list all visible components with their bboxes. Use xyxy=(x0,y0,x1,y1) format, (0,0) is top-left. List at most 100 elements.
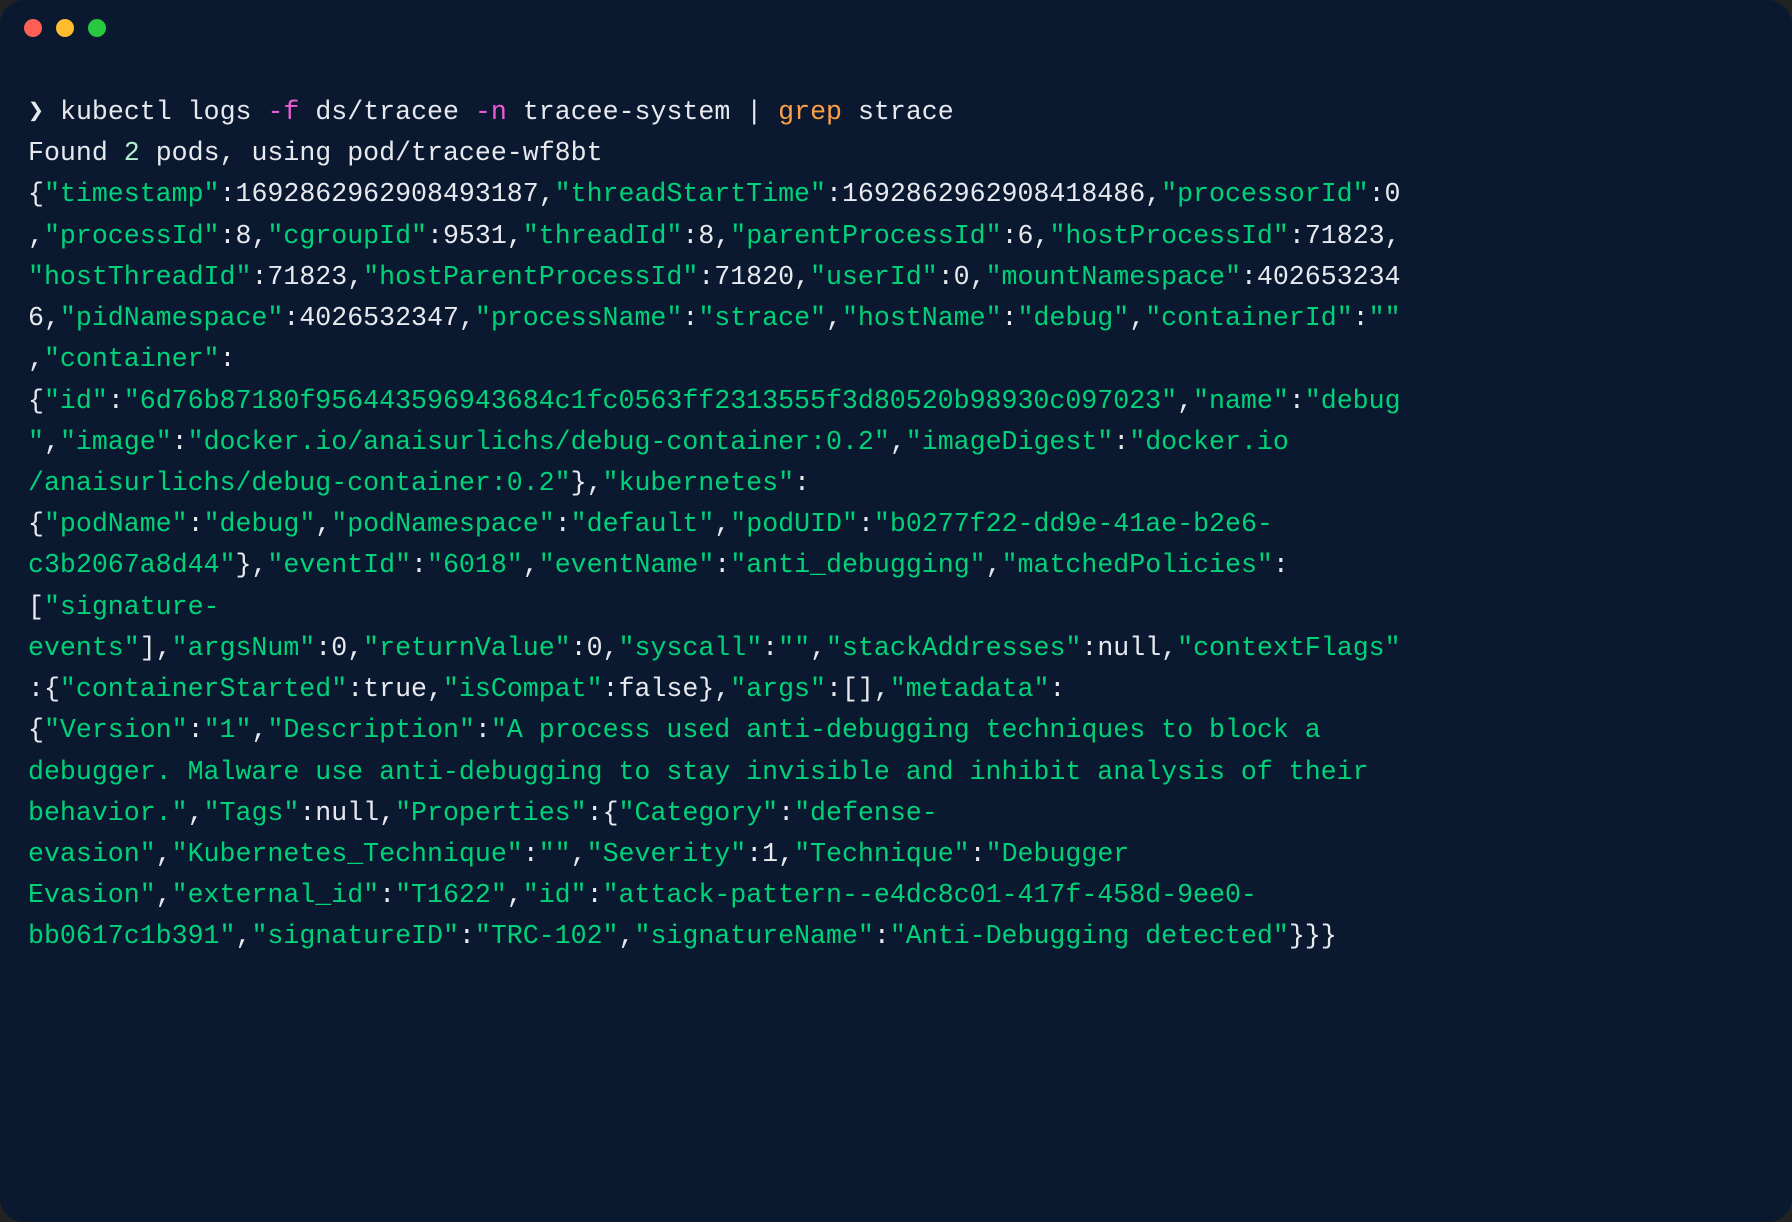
log-chunk: : xyxy=(1002,303,1018,333)
log-chunk: }, xyxy=(571,468,603,498)
log-chunk: : xyxy=(858,509,874,539)
log-chunk: "container" xyxy=(44,344,220,374)
log-chunk: "Anti-Debugging detected" xyxy=(890,921,1289,951)
log-chunk: ], xyxy=(140,633,172,663)
log-chunk: :null, xyxy=(1081,633,1177,663)
log-chunk: "kubernetes" xyxy=(603,468,795,498)
log-chunk: , xyxy=(44,427,60,457)
log-chunk: : xyxy=(172,427,188,457)
cmd-grep: grep xyxy=(778,97,842,127)
log-chunk: :0, xyxy=(571,633,619,663)
log-chunk: "podNamespace" xyxy=(331,509,554,539)
log-chunk: "image" xyxy=(60,427,172,457)
log-chunk: "containerStarted" xyxy=(60,674,347,704)
log-chunk: :71823, xyxy=(251,262,363,292)
log-chunk: "mountNamespace" xyxy=(986,262,1241,292)
log-chunk: : xyxy=(1289,386,1305,416)
log-chunk: "threadId" xyxy=(523,221,683,251)
log-chunk: "Version" xyxy=(44,715,188,745)
prompt-symbol: ❯ xyxy=(28,97,44,127)
log-chunk: , xyxy=(28,344,44,374)
cmd-part xyxy=(44,97,60,127)
terminal-output[interactable]: ❯ kubectl logs -f ds/tracee -n tracee-sy… xyxy=(0,56,1792,994)
log-chunk: "containerId" xyxy=(1145,303,1352,333)
log-chunk: "podName" xyxy=(44,509,188,539)
zoom-icon[interactable] xyxy=(88,19,106,37)
found-text-b: pods, using pod/tracee-wf8bt xyxy=(140,138,603,168)
log-chunk: "syscall" xyxy=(619,633,763,663)
log-chunk: : xyxy=(188,715,204,745)
log-chunk: "hostThreadId" xyxy=(28,262,251,292)
log-chunk: , xyxy=(810,633,826,663)
log-chunk: , xyxy=(235,921,251,951)
log-chunk: :9531, xyxy=(427,221,523,251)
log-chunk: "id" xyxy=(523,880,587,910)
log-chunk: "anti_debugging" xyxy=(730,550,985,580)
log-chunk: { xyxy=(28,179,44,209)
log-chunk: : xyxy=(587,880,603,910)
log-chunk: "debug" xyxy=(204,509,316,539)
log-chunk: : xyxy=(459,921,475,951)
log-chunk: "hostProcessId" xyxy=(1049,221,1288,251)
log-chunk: "processName" xyxy=(475,303,682,333)
log-chunk: , xyxy=(571,839,587,869)
log-chunk: "isCompat" xyxy=(443,674,603,704)
log-chunk: "Severity" xyxy=(587,839,747,869)
log-chunk: :71823, xyxy=(1289,221,1401,251)
log-chunk: "TRC-102" xyxy=(475,921,619,951)
log-chunk: "pidNamespace" xyxy=(60,303,283,333)
log-chunk: , xyxy=(251,715,267,745)
log-chunk: :1692862962908493187, xyxy=(220,179,555,209)
log-chunk: : xyxy=(970,839,986,869)
cmd-flag-f: -f xyxy=(267,97,299,127)
log-chunk: "1" xyxy=(204,715,252,745)
log-chunk: "Technique" xyxy=(794,839,970,869)
log-chunk: }}} xyxy=(1289,921,1337,951)
log-chunk: : xyxy=(379,880,395,910)
log-chunk: }, xyxy=(235,550,267,580)
log-chunk: :{ xyxy=(28,674,60,704)
log-chunk: , xyxy=(714,509,730,539)
log-chunk: , xyxy=(826,303,842,333)
log-chunk: "stackAddresses" xyxy=(826,633,1081,663)
log-chunk: : xyxy=(714,550,730,580)
window-titlebar xyxy=(0,0,1792,56)
log-chunk: , xyxy=(523,550,539,580)
found-count: 2 xyxy=(124,138,140,168)
log-chunk: "userId" xyxy=(810,262,938,292)
log-chunk: :true, xyxy=(347,674,443,704)
close-icon[interactable] xyxy=(24,19,42,37)
log-chunk: "debug" xyxy=(1018,303,1130,333)
log-chunk: :4026532347, xyxy=(283,303,475,333)
log-chunk: , xyxy=(986,550,1002,580)
log-chunk: : xyxy=(1353,303,1369,333)
log-chunk: "id" xyxy=(44,386,108,416)
log-chunk: "6d76b87180f956443596943684c1fc0563ff231… xyxy=(124,386,1177,416)
log-chunk: "Category" xyxy=(619,798,779,828)
log-chunk: "imageDigest" xyxy=(906,427,1113,457)
log-chunk: "" xyxy=(1369,303,1401,333)
log-chunk: "" xyxy=(778,633,810,663)
log-chunk: : xyxy=(108,386,124,416)
log-chunk: "processId" xyxy=(44,221,220,251)
json-log-line: {"timestamp":1692862962908493187,"thread… xyxy=(28,179,1401,951)
log-chunk: :{ xyxy=(587,798,619,828)
log-chunk: "6018" xyxy=(427,550,523,580)
log-chunk: : xyxy=(475,715,491,745)
log-chunk: : xyxy=(874,921,890,951)
log-chunk: :1, xyxy=(746,839,794,869)
log-chunk: :false}, xyxy=(603,674,731,704)
log-chunk: : xyxy=(188,509,204,539)
log-chunk: "contextFlags" xyxy=(1177,633,1400,663)
log-chunk: "threadStartTime" xyxy=(555,179,826,209)
log-chunk: "parentProcessId" xyxy=(730,221,1001,251)
terminal-window: ❯ kubectl logs -f ds/tracee -n tracee-sy… xyxy=(0,0,1792,1222)
minimize-icon[interactable] xyxy=(56,19,74,37)
log-chunk: "signatureID" xyxy=(251,921,458,951)
log-chunk: :0, xyxy=(938,262,986,292)
log-chunk: : xyxy=(778,798,794,828)
found-text-a: Found xyxy=(28,138,124,168)
log-chunk: , xyxy=(156,880,172,910)
log-chunk: "T1622" xyxy=(395,880,507,910)
log-chunk: : xyxy=(1113,427,1129,457)
